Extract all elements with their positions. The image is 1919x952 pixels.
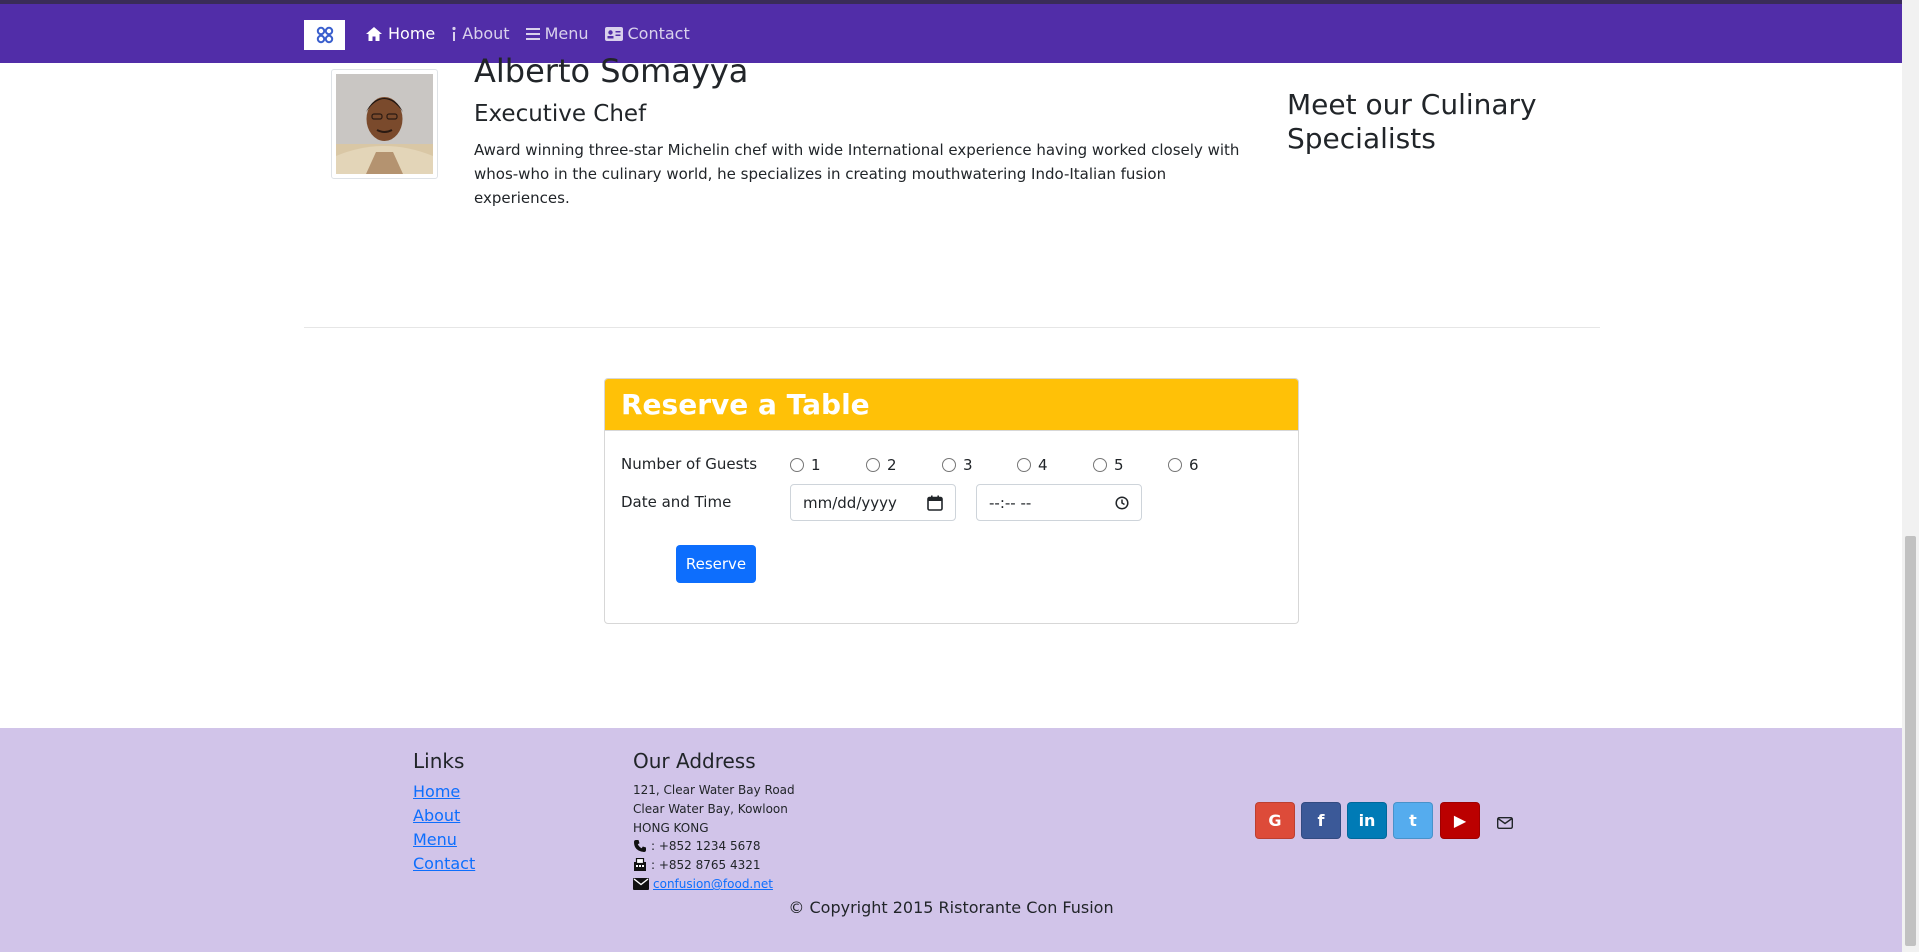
phone-icon [634,840,646,852]
leader-description: Award winning three-star Michelin chef w… [474,141,1240,207]
calendar-icon[interactable] [927,495,943,511]
reservation-card-header: Reserve a Table [605,379,1298,431]
nav-label-contact: Contact [627,24,690,43]
time-placeholder: --:-- -- [989,493,1032,512]
address-line-2: Clear Water Bay, Kowloon [633,802,788,816]
chef-photo [331,69,438,179]
reservation-title: Reserve a Table [621,388,870,421]
nav-label-menu: Menu [544,24,589,43]
navbar: Home About Menu Contact [0,4,1902,63]
leader-title: Executive Chef [474,101,647,127]
phone-line: : +852 1234 5678 [633,839,761,853]
date-input[interactable]: mm/dd/yyyy [790,484,956,521]
linkedin-icon: in [1358,811,1376,830]
footer-link-contact[interactable]: Contact [413,854,475,873]
footer-link-about[interactable]: About [413,806,460,825]
youtube-icon: ▶ [1453,811,1467,830]
facebook-icon: f [1317,811,1325,830]
envelope-outline-icon [1496,816,1514,830]
nav-label-home: Home [388,24,436,43]
guest-radio-1[interactable]: 1 [790,456,821,474]
radio-circle[interactable] [790,458,804,472]
clock-icon[interactable] [1115,495,1129,510]
youtube-button[interactable]: ▶ [1440,802,1480,839]
copyright-text: © Copyright 2015 Ristorante Con Fusion [788,898,1114,917]
guest-radio-4[interactable]: 4 [1017,456,1048,474]
guest-radio-6[interactable]: 6 [1168,456,1199,474]
footer [0,728,1902,952]
radio-circle[interactable] [1168,458,1182,472]
nav-item-contact[interactable]: Contact [604,24,690,43]
twitter-icon: t [1409,811,1417,830]
radio-circle[interactable] [866,458,880,472]
linkedin-button[interactable]: in [1347,802,1387,839]
leader-name: Alberto Somayya [474,52,749,90]
home-icon [366,26,382,41]
chef-portrait-image [336,74,433,174]
address-line-1: 121, Clear Water Bay Road [633,783,795,797]
footer-link-menu[interactable]: Menu [413,830,457,849]
nav-label-about: About [462,24,510,43]
email-link[interactable]: confusion@food.net [653,877,773,891]
guest-radio-2[interactable]: 2 [866,456,897,474]
list-icon [525,27,540,40]
time-input[interactable]: --:-- -- [976,484,1142,521]
footer-address-heading: Our Address [633,749,756,773]
guest-radio-5[interactable]: 5 [1093,456,1124,474]
info-icon [452,26,456,41]
envelope-icon [633,878,649,890]
nav-item-menu[interactable]: Menu [525,24,589,43]
radio-circle[interactable] [1017,458,1031,472]
reserve-button[interactable]: Reserve [676,545,756,583]
nav-item-home[interactable]: Home [365,24,435,43]
logo-icon [316,26,333,44]
brand-logo[interactable] [304,20,345,50]
footer-link-home[interactable]: Home [413,782,460,801]
nav-item-about[interactable]: About [451,24,510,43]
guests-label: Number of Guests [621,455,758,473]
footer-links-heading: Links [413,749,465,773]
section-heading-culinary-specialists: Meet our Culinary Specialists [1287,88,1537,155]
google-button[interactable]: G [1255,802,1295,839]
section-divider [304,327,1600,328]
fax-line: : +852 8765 4321 [633,858,761,872]
email-line: confusion@food.net [633,877,773,891]
datetime-label: Date and Time [621,493,732,511]
radio-circle[interactable] [1093,458,1107,472]
date-placeholder: mm/dd/yyyy [803,493,897,512]
mail-button[interactable] [1496,814,1514,830]
address-card-icon [604,26,623,41]
scrollbar[interactable] [1902,0,1919,952]
facebook-button[interactable]: f [1301,802,1341,839]
radio-circle[interactable] [942,458,956,472]
guest-radio-3[interactable]: 3 [942,456,973,474]
scrollbar-thumb[interactable] [1905,536,1916,946]
fax-icon [634,858,646,871]
twitter-button[interactable]: t [1393,802,1433,839]
google-icon: G [1268,811,1282,830]
address-line-3: HONG KONG [633,821,709,835]
